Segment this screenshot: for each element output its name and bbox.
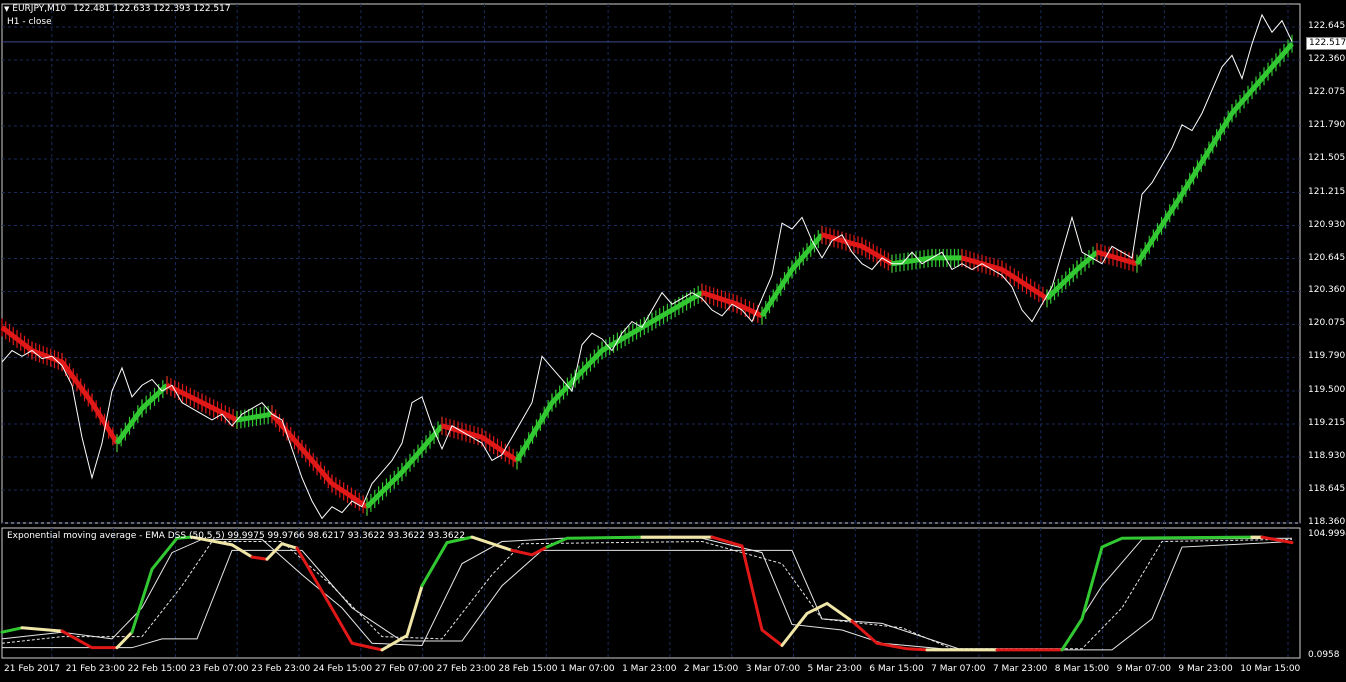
- time-tick-label: 28 Feb 15:00: [498, 664, 558, 674]
- time-tick-label: 3 Mar 07:00: [745, 664, 801, 674]
- ema-line: [514, 290, 704, 462]
- ohlc-values: 122.481 122.633 122.393 122.517: [73, 4, 231, 14]
- ema-line: [1134, 42, 1294, 266]
- price-tick-label: 120.930: [1308, 219, 1346, 230]
- dss-main-line: [20, 626, 64, 633]
- time-tick-label: 23 Feb 23:00: [251, 664, 311, 674]
- price-tick-label: 122.645: [1308, 21, 1346, 31]
- dss-main-line: [0, 626, 24, 634]
- dss-main-line: [710, 535, 784, 647]
- current-price-tag: 122.517: [1306, 37, 1346, 50]
- price-chart-canvas[interactable]: [0, 0, 1346, 682]
- time-tick-label: 10 Mar 15:00: [1240, 664, 1301, 674]
- ema-line: [821, 232, 894, 266]
- price-tick-label: 118.930: [1308, 451, 1346, 462]
- time-tick-label: 7 Mar 07:00: [931, 664, 986, 674]
- dss-main-line: [470, 535, 514, 552]
- main-pane-border: [1, 3, 1301, 524]
- price-tick-label: 119.500: [1308, 385, 1346, 396]
- indicator-label: Exponential moving average - EMA DSS (50…: [7, 531, 466, 541]
- time-tick-label: 27 Feb 07:00: [374, 664, 434, 674]
- time-tick-label: 5 Mar 23:00: [807, 664, 862, 674]
- price-tick-label: 118.645: [1308, 484, 1346, 494]
- price-tick-label: 120.360: [1308, 285, 1346, 296]
- time-tick-label: 21 Feb 2017: [4, 664, 61, 674]
- ema-line: [236, 411, 273, 423]
- indicator-axis-top: 104.9994: [1308, 529, 1346, 539]
- dss-main-line: [115, 630, 134, 650]
- dss-main-line: [420, 535, 474, 588]
- ema-line: [270, 412, 369, 509]
- time-tick-label: 21 Feb 23:00: [65, 664, 125, 674]
- time-tick-label: 8 Mar 15:00: [1054, 664, 1110, 674]
- dss-main-line: [510, 545, 549, 557]
- dss-main-line: [250, 555, 269, 561]
- dss-main-line: [295, 546, 384, 652]
- close-price-line: [1, 13, 1293, 520]
- subwindow-label: H1 - close: [7, 17, 52, 27]
- time-tick-label: 1 Mar 07:00: [560, 664, 615, 674]
- price-tick-label: 122.075: [1308, 86, 1346, 97]
- price-tick-label: 121.505: [1308, 152, 1346, 163]
- price-tick-label: 120.075: [1308, 318, 1346, 329]
- time-tick-label: 2 Mar 15:00: [683, 664, 739, 674]
- time-tick-label: 9 Mar 23:00: [1178, 664, 1233, 674]
- dss-main-line: [380, 584, 424, 652]
- price-tick-label: 120.645: [1308, 252, 1346, 263]
- price-tick-label: 118.360: [1308, 517, 1346, 527]
- ema-line: [0, 325, 120, 445]
- time-tick-label: 27 Feb 23:00: [436, 664, 496, 674]
- ema-line: [365, 424, 444, 509]
- time-tick-label: 6 Mar 15:00: [869, 664, 924, 674]
- symbol-header: ▼ EURJPY,M10 122.481 122.633 122.393 122…: [4, 4, 231, 15]
- price-tick-label: 119.790: [1308, 351, 1346, 362]
- time-tick-label: 22 Feb 15:00: [127, 664, 187, 674]
- chart-window[interactable]: ▼ EURJPY,M10 122.481 122.633 122.393 122…: [0, 0, 1346, 682]
- dropdown-triangle-icon[interactable]: ▼: [4, 4, 9, 15]
- ema-line: [165, 383, 239, 423]
- price-tick-label: 121.790: [1308, 119, 1346, 130]
- dss-main-line: [1060, 535, 1254, 652]
- time-tick-label: 7 Mar 23:00: [992, 664, 1048, 674]
- indicator-axis-bottom: 0.0958: [1308, 650, 1340, 660]
- time-tick-label: 1 Mar 23:00: [622, 664, 677, 674]
- ema-line: [441, 423, 519, 463]
- price-tick-label: 122.360: [1308, 53, 1346, 64]
- symbol-label: EURJPY,M10: [12, 4, 67, 14]
- time-tick-label: 23 Feb 07:00: [189, 664, 249, 674]
- time-tick-label: 9 Mar 07:00: [1116, 664, 1171, 674]
- time-tick-label: 24 Feb 15:00: [313, 664, 373, 674]
- price-tick-label: 121.215: [1308, 186, 1346, 197]
- price-tick-label: 119.215: [1308, 418, 1346, 429]
